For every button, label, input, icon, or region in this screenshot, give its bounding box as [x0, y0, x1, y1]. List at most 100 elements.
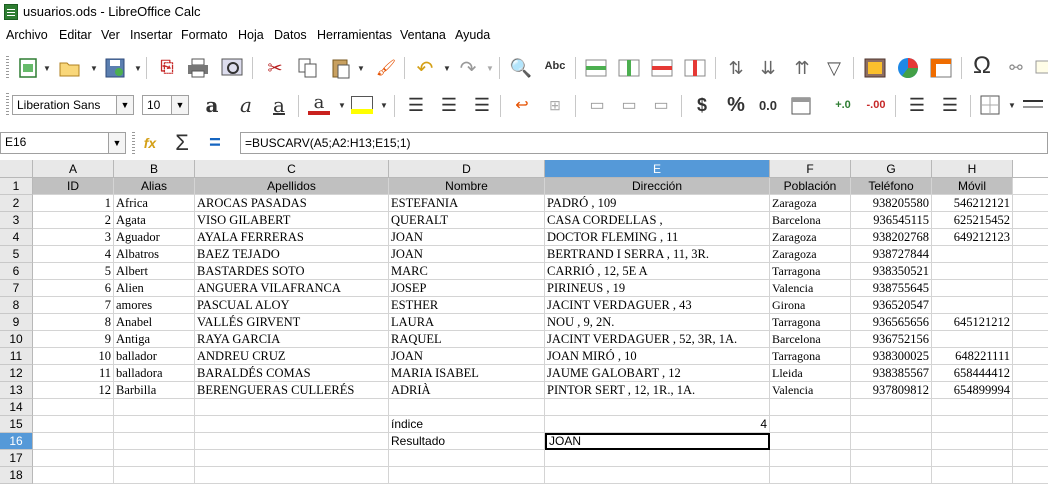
font-color-icon[interactable]: a [307, 93, 331, 117]
table-cell[interactable]: MARC [389, 263, 545, 280]
table-cell[interactable]: 5 [33, 263, 114, 280]
table-cell[interactable] [932, 416, 1013, 433]
chevron-down-icon[interactable]: ▼ [357, 64, 365, 73]
paste-icon[interactable] [329, 56, 353, 80]
chevron-down-icon[interactable]: ▼ [108, 133, 125, 153]
row-header-10[interactable]: 10 [0, 331, 33, 348]
table-cell[interactable] [195, 450, 389, 467]
sort-icon[interactable]: ⇅ [724, 56, 748, 80]
print-icon[interactable] [186, 56, 210, 80]
table-cell[interactable] [389, 450, 545, 467]
chevron-down-icon[interactable]: ▼ [90, 64, 98, 73]
save-icon[interactable] [103, 56, 127, 80]
table-cell[interactable]: AYALA FERRERAS [195, 229, 389, 246]
table-cell[interactable]: CARRIÓ , 12, 5E A [545, 263, 770, 280]
table-cell[interactable]: JOAN [389, 246, 545, 263]
border-style-icon[interactable] [1020, 93, 1046, 117]
function-wizard-icon[interactable]: fx [138, 131, 162, 155]
menu-ver[interactable]: Ver [101, 28, 120, 42]
table-cell[interactable]: Zaragoza [770, 195, 851, 212]
table-cell[interactable]: Anabel [114, 314, 195, 331]
table-cell[interactable] [33, 433, 114, 450]
table-cell[interactable]: Tarragona [770, 314, 851, 331]
menu-ventana[interactable]: Ventana [400, 28, 446, 42]
align-right-icon[interactable]: ☰ [470, 93, 494, 117]
table-cell[interactable]: 4 [33, 246, 114, 263]
special-character-icon[interactable]: Ω [970, 52, 994, 79]
table-cell[interactable]: ANDREU CRUZ [195, 348, 389, 365]
column-header-a[interactable]: A [33, 160, 114, 178]
table-cell[interactable] [195, 467, 389, 484]
table-cell[interactable]: Zaragoza [770, 229, 851, 246]
table-cell[interactable]: balladora [114, 365, 195, 382]
underline-icon[interactable]: a [267, 93, 291, 117]
clone-formatting-icon[interactable]: 🖌 [374, 56, 398, 80]
table-cell[interactable] [932, 467, 1013, 484]
column-header-f[interactable]: F [770, 160, 851, 178]
table-cell[interactable]: amores [114, 297, 195, 314]
sum-icon[interactable]: Σ [170, 130, 194, 155]
table-cell[interactable]: Agata [114, 212, 195, 229]
increase-indent-icon[interactable]: ☰ [905, 93, 929, 117]
highlight-color-icon[interactable] [350, 93, 374, 117]
table-cell[interactable] [770, 467, 851, 484]
table-cell[interactable]: DOCTOR FLEMING , 11 [545, 229, 770, 246]
header-cell[interactable]: Apellidos [195, 178, 389, 195]
table-cell[interactable]: ANGUERA VILAFRANCA [195, 280, 389, 297]
table-cell[interactable]: ADRIÀ [389, 382, 545, 399]
table-cell[interactable] [114, 416, 195, 433]
currency-format-icon[interactable]: $ [690, 93, 714, 117]
table-cell[interactable]: 11 [33, 365, 114, 382]
undo-icon[interactable]: ↶ [413, 56, 437, 80]
table-cell[interactable]: 10 [33, 348, 114, 365]
borders-icon[interactable] [978, 93, 1002, 117]
table-cell[interactable] [389, 467, 545, 484]
percent-format-icon[interactable]: % [724, 93, 748, 117]
table-cell[interactable]: NOU , 9, 2N. [545, 314, 770, 331]
table-cell[interactable]: 645121212 [932, 314, 1013, 331]
wrap-text-icon[interactable]: ↩ [510, 93, 534, 117]
table-cell[interactable]: Valencia [770, 280, 851, 297]
menu-editar[interactable]: Editar [59, 28, 92, 42]
decrease-indent-icon[interactable]: ☰ [938, 93, 962, 117]
table-cell[interactable]: BASTARDES SOTO [195, 263, 389, 280]
table-cell[interactable]: Albert [114, 263, 195, 280]
delete-row-icon[interactable] [650, 56, 674, 80]
table-cell[interactable] [195, 416, 389, 433]
table-cell[interactable] [770, 450, 851, 467]
table-cell[interactable] [851, 467, 932, 484]
row-header-8[interactable]: 8 [0, 297, 33, 314]
header-cell[interactable]: Dirección [545, 178, 770, 195]
table-cell[interactable] [770, 399, 851, 416]
insert-column-icon[interactable] [617, 56, 641, 80]
table-cell[interactable]: Lleida [770, 365, 851, 382]
table-cell[interactable]: RAYA GARCIA [195, 331, 389, 348]
comment-icon[interactable] [1035, 56, 1048, 80]
table-cell[interactable]: ballador [114, 348, 195, 365]
spellcheck-icon[interactable]: Abc [543, 54, 567, 78]
number-format-icon[interactable]: 0.0 [756, 93, 780, 117]
table-cell[interactable]: QUERALT [389, 212, 545, 229]
table-cell[interactable]: JOAN [389, 229, 545, 246]
table-cell[interactable] [195, 433, 389, 450]
table-cell[interactable]: Valencia [770, 382, 851, 399]
chevron-down-icon[interactable]: ▼ [116, 96, 133, 114]
cut-icon[interactable]: ✂ [263, 56, 287, 80]
toolbar-grip[interactable] [6, 93, 9, 117]
header-cell[interactable]: Teléfono [851, 178, 932, 195]
indice-value-cell[interactable]: 4 [545, 416, 770, 433]
redo-icon[interactable]: ↷ [456, 56, 480, 80]
table-cell[interactable]: 938350521 [851, 263, 932, 280]
table-cell[interactable]: MARIA ISABEL [389, 365, 545, 382]
chevron-down-icon[interactable]: ▼ [338, 101, 346, 110]
table-cell[interactable] [851, 399, 932, 416]
table-cell[interactable]: JOAN [389, 348, 545, 365]
row-header-1[interactable]: 1 [0, 178, 33, 195]
table-cell[interactable] [33, 416, 114, 433]
open-folder-icon[interactable] [58, 56, 82, 80]
font-name-select[interactable]: Liberation Sans ▼ [12, 95, 134, 115]
table-cell[interactable]: 938202768 [851, 229, 932, 246]
header-cell[interactable]: Población [770, 178, 851, 195]
table-cell[interactable]: 938727844 [851, 246, 932, 263]
row-header-14[interactable]: 14 [0, 399, 33, 416]
